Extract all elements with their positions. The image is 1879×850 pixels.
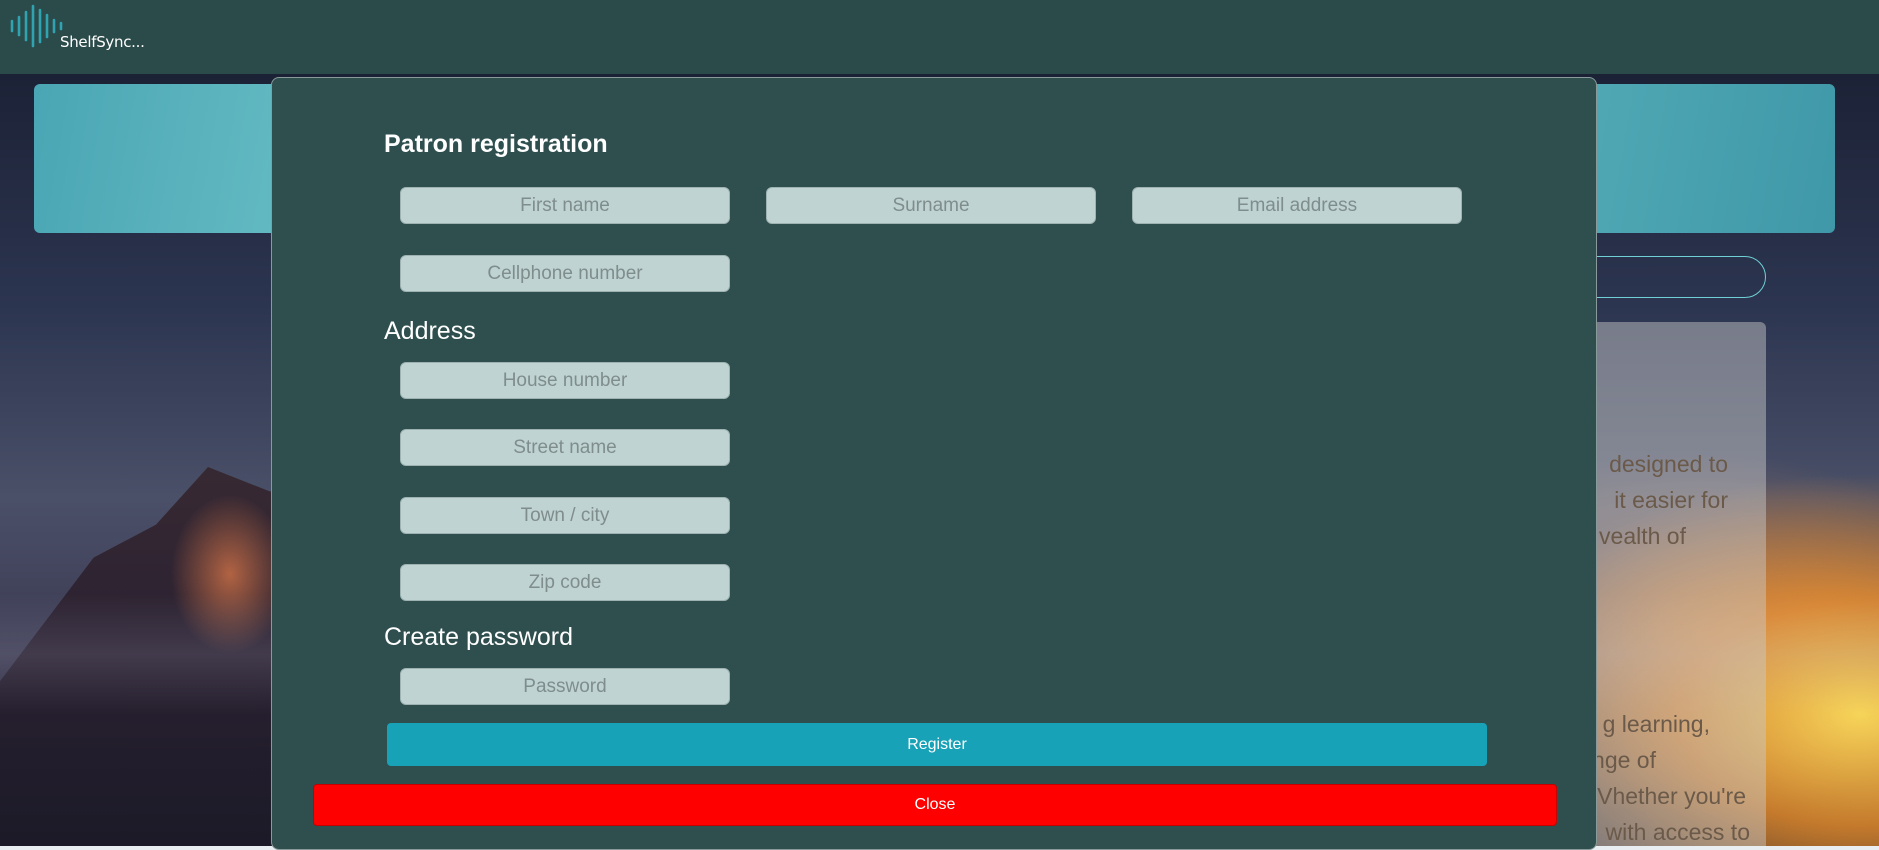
email-input[interactable] xyxy=(1132,187,1462,224)
first-name-input[interactable] xyxy=(400,187,730,224)
address-heading: Address xyxy=(384,317,476,345)
cellphone-input[interactable] xyxy=(400,255,730,292)
house-number-input[interactable] xyxy=(400,362,730,399)
street-name-input[interactable] xyxy=(400,429,730,466)
sound-wave-logo-icon[interactable] xyxy=(8,4,64,48)
surname-input[interactable] xyxy=(766,187,1096,224)
create-password-heading: Create password xyxy=(384,623,573,651)
brand-name[interactable]: ShelfSync... xyxy=(60,33,145,51)
password-input[interactable] xyxy=(400,668,730,705)
top-navbar: ShelfSync... xyxy=(0,0,1879,74)
zip-code-input[interactable] xyxy=(400,564,730,601)
town-city-input[interactable] xyxy=(400,497,730,534)
register-button[interactable]: Register xyxy=(387,723,1487,766)
modal-title: Patron registration xyxy=(384,130,608,158)
close-button[interactable]: Close xyxy=(313,784,1557,826)
patron-registration-modal: Patron registration Address Create passw… xyxy=(271,77,1597,850)
